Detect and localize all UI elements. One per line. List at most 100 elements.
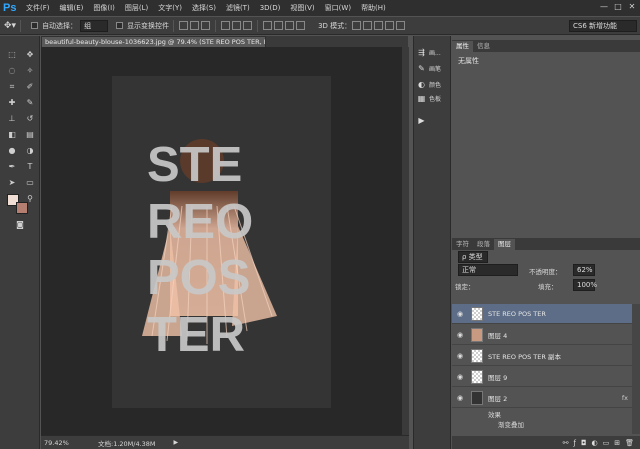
delete-layer-icon[interactable]: 🗑: [625, 439, 634, 447]
background-color-swatch[interactable]: [16, 202, 28, 214]
menu-edit[interactable]: 编辑(E): [55, 0, 89, 16]
menu-file[interactable]: 文件(F): [21, 0, 55, 16]
distribute-icon[interactable]: [285, 21, 295, 30]
history-brush-icon[interactable]: ↺: [24, 113, 36, 125]
status-arrow-icon[interactable]: ▶: [174, 439, 179, 446]
add-mask-icon[interactable]: ◘: [581, 439, 587, 447]
blend-mode-dropdown[interactable]: 正常: [458, 264, 518, 276]
tab-paragraph[interactable]: 段落: [473, 239, 494, 250]
align-left-icon[interactable]: [221, 21, 231, 30]
eyedropper-icon[interactable]: ✐: [24, 81, 36, 93]
close-button[interactable]: ✕: [626, 1, 638, 12]
marquee-tool-icon[interactable]: ⬚: [6, 49, 18, 61]
dock-brush[interactable]: ✎ 画笔: [417, 64, 441, 73]
move-tool-icon[interactable]: ✥▾: [4, 21, 16, 31]
auto-select-checkbox[interactable]: [31, 22, 39, 29]
brush-tool-icon[interactable]: ✎: [24, 97, 36, 109]
layer-row[interactable]: ◉ STE REO POS TER: [452, 304, 632, 324]
dock-actions[interactable]: ▶: [417, 116, 426, 125]
align-right-icon[interactable]: [243, 21, 253, 30]
tab-info[interactable]: 信息: [473, 41, 494, 52]
new-group-icon[interactable]: ▭: [603, 439, 610, 447]
menu-3d[interactable]: 3D(D): [255, 0, 286, 16]
menu-filter[interactable]: 滤镜(T): [221, 0, 255, 16]
layer-style-icon[interactable]: ƒ: [573, 439, 575, 447]
3d-rotate-icon[interactable]: [352, 21, 362, 30]
opacity-input[interactable]: 62%: [573, 264, 595, 276]
dock-brush-presets[interactable]: ⇶ 画...: [417, 48, 441, 57]
3d-roll-icon[interactable]: [363, 21, 373, 30]
options-bar: ✥▾ 自动选择： 组 显示变换控件 3D 模式： CS6 新增功能: [0, 17, 640, 35]
blur-tool-icon[interactable]: ●: [6, 145, 18, 157]
dodge-tool-icon[interactable]: ◑: [24, 145, 36, 157]
menu-select[interactable]: 选择(S): [187, 0, 221, 16]
menu-image[interactable]: 图像(I): [88, 0, 120, 16]
photoshop-logo: Ps: [3, 2, 17, 14]
distribute-icon[interactable]: [296, 21, 306, 30]
align-middle-icon[interactable]: [190, 21, 200, 30]
fill-label: 填充：: [538, 283, 558, 291]
eye-icon[interactable]: ◉: [455, 331, 465, 339]
align-top-icon[interactable]: [179, 21, 189, 30]
eye-icon[interactable]: ◉: [455, 310, 465, 318]
right-panels: 属性 信息 无属性 字符 段落 图层 ρ 类型 正常 不透明度： 62% 锁定：…: [452, 36, 640, 449]
dock-color[interactable]: ◐ 颜色: [417, 80, 441, 89]
eye-icon[interactable]: ◉: [455, 352, 465, 360]
tab-layers[interactable]: 图层: [494, 239, 515, 250]
eye-icon[interactable]: ◉: [455, 394, 465, 402]
align-bottom-icon[interactable]: [201, 21, 211, 30]
quick-mask-icon[interactable]: ◙: [14, 219, 26, 231]
zoom-level[interactable]: 79.42%: [44, 439, 74, 447]
document-canvas[interactable]: STE REO POS TER: [112, 76, 331, 408]
vertical-scrollbar[interactable]: [402, 47, 409, 435]
gradient-tool-icon[interactable]: ▤: [24, 129, 36, 141]
layer-row[interactable]: ◉ 图层 2 fx: [452, 388, 632, 408]
3d-scale-icon[interactable]: [396, 21, 406, 30]
distribute-icon[interactable]: [274, 21, 284, 30]
menu-help[interactable]: 帮助(H): [356, 0, 391, 16]
shape-tool-icon[interactable]: ▭: [24, 177, 36, 189]
minimize-button[interactable]: —: [598, 1, 610, 12]
menu-type[interactable]: 文字(Y): [153, 0, 187, 16]
layer-row[interactable]: ◉ STE REO POS TER 副本: [452, 346, 632, 366]
3d-pan-icon[interactable]: [374, 21, 384, 30]
menu-window[interactable]: 窗口(W): [320, 0, 356, 16]
stamp-tool-icon[interactable]: ⊥: [6, 113, 18, 125]
show-transform-checkbox[interactable]: [116, 22, 124, 29]
auto-select-dropdown[interactable]: 组: [80, 19, 109, 32]
fill-input[interactable]: 100%: [573, 279, 597, 291]
workspace-dropdown[interactable]: CS6 新增功能: [569, 19, 637, 32]
tab-properties[interactable]: 属性: [452, 41, 473, 52]
document-tab[interactable]: beautiful-beauty-blouse-1036623.jpg @ 79…: [41, 36, 266, 47]
divider: [215, 19, 217, 32]
effect-gradient-overlay[interactable]: 渐变叠加: [498, 419, 524, 429]
layer-name: STE REO POS TER: [488, 309, 546, 318]
align-center-icon[interactable]: [232, 21, 242, 30]
menu-layer[interactable]: 图层(L): [120, 0, 153, 16]
eraser-tool-icon[interactable]: ◧: [6, 129, 18, 141]
lasso-tool-icon[interactable]: ◌: [6, 65, 18, 77]
layer-row[interactable]: ◉ 图层 9: [452, 367, 632, 387]
maximize-button[interactable]: □: [612, 1, 624, 12]
distribute-icon[interactable]: [263, 21, 273, 30]
3d-slide-icon[interactable]: [385, 21, 395, 30]
dock-swatches[interactable]: ▦ 色板: [417, 94, 441, 103]
magic-wand-icon[interactable]: ✧: [24, 65, 36, 77]
menu-view[interactable]: 视图(V): [285, 0, 319, 16]
move-tool-icon[interactable]: ✥: [24, 49, 36, 61]
healing-brush-icon[interactable]: ✚: [6, 97, 18, 109]
pen-tool-icon[interactable]: ✒: [6, 161, 18, 173]
adjustment-layer-icon[interactable]: ◐: [592, 439, 598, 447]
tab-character[interactable]: 字符: [452, 239, 473, 250]
brush-icon: ✎: [418, 64, 425, 73]
eye-icon[interactable]: ◉: [455, 373, 465, 381]
new-layer-icon[interactable]: ⊞: [614, 439, 620, 447]
path-select-icon[interactable]: ➤: [6, 177, 18, 189]
layer-filter-dropdown[interactable]: ρ 类型: [458, 251, 488, 263]
crop-tool-icon[interactable]: ⌗: [6, 81, 18, 93]
layers-scrollbar[interactable]: [632, 304, 640, 434]
fx-badge[interactable]: fx: [622, 394, 628, 402]
link-layers-icon[interactable]: ⚯: [563, 439, 569, 447]
type-tool-icon[interactable]: T: [24, 161, 36, 173]
layer-row[interactable]: ◉ 图层 4: [452, 325, 632, 345]
